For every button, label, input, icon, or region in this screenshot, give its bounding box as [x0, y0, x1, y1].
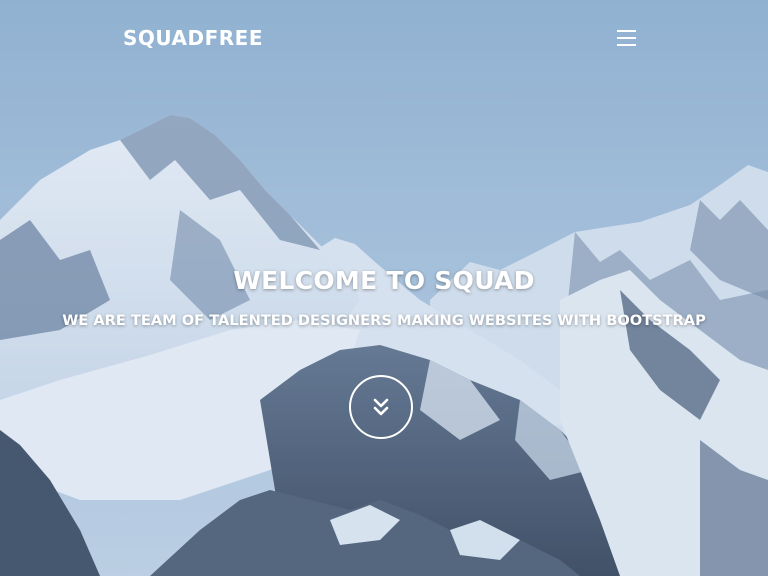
brand-logo[interactable]: SQUADFREE	[123, 24, 263, 52]
hero-title: WELCOME TO SQUAD	[233, 266, 535, 295]
double-chevron-down-icon	[373, 398, 389, 416]
navbar: SQUADFREE	[0, 0, 768, 76]
page: SQUADFREE WELCOME TO SQUAD WE ARE TEAM O…	[0, 0, 768, 576]
hero-subtitle: WE ARE TEAM OF TALENTED DESIGNERS MAKING…	[62, 312, 706, 329]
menu-toggle-button[interactable]	[610, 24, 642, 52]
scroll-down-button[interactable]	[349, 375, 413, 439]
hamburger-menu-icon	[616, 30, 636, 32]
hamburger-menu-icon-bar	[616, 37, 636, 39]
hamburger-menu-icon-bar	[616, 44, 636, 46]
hero-content: WELCOME TO SQUAD WE ARE TEAM OF TALENTED…	[0, 262, 768, 333]
